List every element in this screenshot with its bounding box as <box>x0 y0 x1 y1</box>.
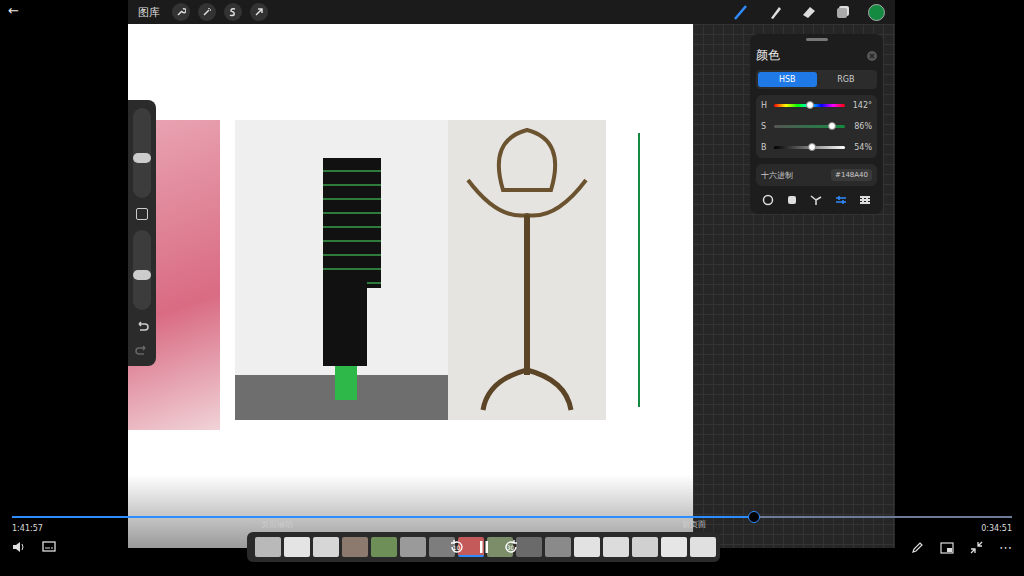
gallery-button[interactable]: 图库 <box>138 5 160 20</box>
close-icon[interactable] <box>867 51 877 61</box>
elapsed-time: 1:41:57 <box>12 524 56 533</box>
exit-fullscreen-icon[interactable] <box>970 541 983 554</box>
classic-icon[interactable] <box>786 194 798 206</box>
modify-button[interactable] <box>136 208 148 220</box>
brush-size-sidebar <box>128 100 156 366</box>
slider-group: H 142° S 86% B 54% <box>756 95 877 158</box>
more-button[interactable]: ⋯ <box>999 541 1012 554</box>
new-page-label[interactable]: 新页面 <box>682 519 706 530</box>
selection-icon[interactable] <box>224 3 242 21</box>
current-color-swatch[interactable] <box>868 4 885 21</box>
slider-row: H 142° <box>761 101 872 110</box>
page-thumbnail[interactable] <box>574 537 600 557</box>
page-navigator: 页面辅助 新页面 10 30 <box>247 518 720 576</box>
eraser-icon[interactable] <box>800 3 818 21</box>
subtitles-icon[interactable] <box>42 541 56 553</box>
slider-reading: 54% <box>850 143 872 152</box>
magic-wand-icon[interactable] <box>198 3 216 21</box>
workspace: 颜色 HSBRGB H 142° S 86% B 54% 十六进制 #148A40 <box>693 24 895 548</box>
color-panel: 颜色 HSBRGB H 142° S 86% B 54% 十六进制 #148A40 <box>750 34 883 214</box>
app-toolbar: 图库 <box>128 0 895 24</box>
video-frame: 图库颜色 HSBRGB H 142° S 86% B 54% 十六进制 #148A40 <box>128 0 895 548</box>
value-icon[interactable] <box>835 194 847 206</box>
layers-icon[interactable] <box>834 3 852 21</box>
undo-icon[interactable] <box>135 320 149 334</box>
player-controls: 1:41:57 页面辅助 新页面 10 30 0:34:51 ⋯ <box>0 512 1024 576</box>
progress-bar[interactable] <box>12 516 1012 518</box>
forward-button[interactable]: 30 <box>502 538 520 556</box>
hex-row: 十六进制 #148A40 <box>756 164 877 186</box>
palette-icon[interactable] <box>859 194 871 206</box>
page-thumbnail[interactable] <box>255 537 281 557</box>
slider-reading: 86% <box>850 122 872 131</box>
page-thumbnail[interactable] <box>603 537 629 557</box>
disc-icon[interactable] <box>762 194 774 206</box>
woman-photo <box>235 120 448 420</box>
panel-title: 颜色 <box>756 47 780 64</box>
page-thumbnail[interactable] <box>632 537 658 557</box>
pencil-icon[interactable] <box>911 541 924 554</box>
mode-tab[interactable]: HSB <box>758 72 817 87</box>
wrench-icon[interactable] <box>172 3 190 21</box>
transform-arrow-icon[interactable] <box>250 3 268 21</box>
progress-knob[interactable] <box>748 511 760 523</box>
drawing-canvas[interactable] <box>128 24 693 548</box>
page-thumbnail[interactable] <box>661 537 687 557</box>
slider-knob[interactable] <box>828 122 836 130</box>
mode-tabs: HSBRGB <box>756 70 877 89</box>
slider-row: S 86% <box>761 122 872 131</box>
pause-icon[interactable] <box>478 539 490 555</box>
remaining-time: 0:34:51 <box>981 524 1012 533</box>
page-thumbnail[interactable] <box>690 537 716 557</box>
page-thumbnail[interactable] <box>516 537 542 557</box>
page-thumbnail[interactable] <box>545 537 571 557</box>
slider-label: S <box>761 122 769 131</box>
slider-knob[interactable] <box>806 101 814 109</box>
panel-handle[interactable] <box>806 38 828 41</box>
drawn-green-line <box>638 133 640 407</box>
opacity-slider[interactable] <box>133 270 151 280</box>
brush-icon[interactable] <box>732 3 750 21</box>
page-thumbnail[interactable] <box>371 537 397 557</box>
smudge-icon[interactable] <box>766 3 784 21</box>
hex-field[interactable]: #148A40 <box>831 169 872 181</box>
letterbox-left: ← <box>0 0 128 576</box>
page-thumbnail[interactable] <box>313 537 339 557</box>
page-thumbnail[interactable] <box>342 537 368 557</box>
back-button[interactable]: ← <box>8 3 19 18</box>
slider-row: B 54% <box>761 143 872 152</box>
slider-track[interactable] <box>774 146 845 149</box>
rewind-button[interactable]: 10 <box>448 538 466 556</box>
page-thumbnail[interactable] <box>284 537 310 557</box>
page-strip: 10 30 <box>247 532 720 562</box>
size-slider[interactable] <box>133 153 151 163</box>
mode-tab[interactable]: RGB <box>817 72 876 87</box>
slider-label: H <box>761 101 769 110</box>
video-player: ← 图库颜色 HSBRGB H 142° S 86% B 54% 十六进制 #148A40 1:41:… <box>0 0 1024 576</box>
hex-label: 十六进制 <box>761 170 793 181</box>
page-assist-label[interactable]: 页面辅助 <box>261 519 293 530</box>
redo-icon[interactable] <box>135 344 149 358</box>
slider-label: B <box>761 143 769 152</box>
harmony-icon[interactable] <box>810 194 822 206</box>
picture-in-picture-icon[interactable] <box>940 542 954 554</box>
volume-icon[interactable] <box>12 541 26 553</box>
slider-reading: 142° <box>850 101 872 110</box>
music-stand-photo <box>448 120 606 420</box>
color-mode-bar <box>756 192 877 206</box>
slider-track[interactable] <box>774 104 845 107</box>
page-thumbnail[interactable] <box>400 537 426 557</box>
slider-track[interactable] <box>774 125 845 128</box>
slider-knob[interactable] <box>808 143 816 151</box>
